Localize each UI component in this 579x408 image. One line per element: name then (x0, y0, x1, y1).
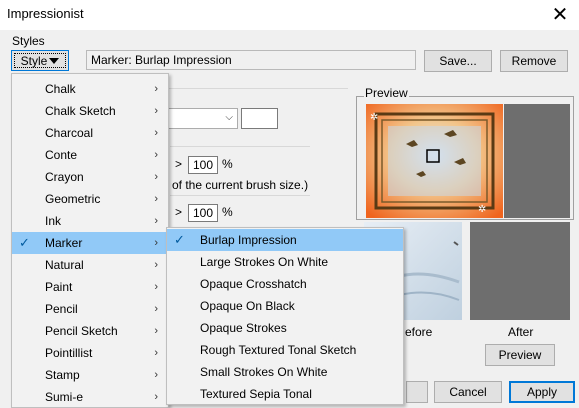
percent-sign-1: % (222, 157, 233, 171)
preview-group-label: Preview (364, 86, 409, 100)
chevron-right-icon: › (154, 237, 158, 249)
menu-item-chalk[interactable]: Chalk › (12, 78, 168, 100)
dropdown-arrow-icon (49, 57, 60, 64)
menu-item-natural[interactable]: Natural › (12, 254, 168, 276)
window-title: Impressionist (7, 6, 84, 21)
submenu-item-label: Opaque Strokes (200, 321, 287, 335)
menu-item-ink[interactable]: Ink › (12, 210, 168, 232)
submenu-item-label: Rough Textured Tonal Sketch (200, 343, 357, 357)
submenu-item-label: Textured Sepia Tonal (200, 387, 312, 401)
chevron-right-icon: › (154, 259, 158, 271)
preview-empty-area (504, 104, 570, 218)
remove-button[interactable]: Remove (500, 50, 568, 72)
menu-item-label: Pencil Sketch (45, 324, 118, 338)
chevron-right-icon: › (154, 347, 158, 359)
style-button-label: Style (20, 53, 48, 68)
percent-field-1[interactable]: 100 (188, 156, 218, 174)
svg-text:✲: ✲ (370, 112, 378, 123)
percent-sign-2: % (222, 205, 233, 219)
color-swatch[interactable] (241, 108, 278, 129)
menu-item-sumi-e[interactable]: Sumi-e › (12, 386, 168, 408)
submenu-item-rough-textured-tonal-sketch[interactable]: Rough Textured Tonal Sketch (167, 339, 403, 361)
menu-item-label: Chalk (45, 82, 76, 96)
menu-item-label: Sumi-e (45, 390, 84, 404)
submenu-item-large-strokes-on-white[interactable]: Large Strokes On White (167, 251, 403, 273)
submenu-item-label: Opaque Crosshatch (200, 277, 307, 291)
menu-item-geometric[interactable]: Geometric › (12, 188, 168, 210)
chevron-right-icon: › (154, 281, 158, 293)
chevron-right-icon: › (154, 83, 158, 95)
chevron-right-icon: › (154, 105, 158, 117)
menu-item-label: Pointillist (45, 346, 93, 360)
percent-field-2[interactable]: 100 (188, 204, 218, 222)
ok-button-partial[interactable] (406, 381, 428, 403)
menu-item-label: Chalk Sketch (45, 104, 116, 118)
styles-group-label: Styles (12, 34, 45, 48)
submenu-item-opaque-crosshatch[interactable]: Opaque Crosshatch (167, 273, 403, 295)
menu-item-label: Conte (45, 148, 78, 162)
chevron-right-icon: › (154, 193, 158, 205)
menu-item-label: Pencil (45, 302, 78, 316)
apply-button[interactable]: Apply (509, 381, 575, 403)
chevron-right-icon: › (154, 215, 158, 227)
menu-item-marker[interactable]: ✓ Marker › (12, 232, 168, 254)
separator (170, 146, 310, 147)
menu-item-conte[interactable]: Conte › (12, 144, 168, 166)
menu-item-crayon[interactable]: Crayon › (12, 166, 168, 188)
after-thumbnail (470, 222, 570, 320)
submenu-item-textured-sepia-tonal[interactable]: Textured Sepia Tonal (167, 383, 403, 405)
separator (170, 195, 310, 196)
menu-item-paint[interactable]: Paint › (12, 276, 168, 298)
check-icon: ✓ (174, 232, 185, 247)
menu-item-chalk-sketch[interactable]: Chalk Sketch › (12, 100, 168, 122)
menu-item-pointillist[interactable]: Pointillist › (12, 342, 168, 364)
menu-item-label: Charcoal (45, 126, 94, 140)
submenu-item-label: Small Strokes On White (200, 365, 328, 379)
menu-item-pencil[interactable]: Pencil › (12, 298, 168, 320)
preset-name-field: Marker: Burlap Impression (86, 50, 416, 70)
chevron-right-icon: › (154, 325, 158, 337)
menu-item-label: Paint (45, 280, 73, 294)
menu-item-label: Geometric (45, 192, 101, 206)
chevron-down-icon: ⌵ (225, 112, 233, 123)
after-label: After (508, 325, 534, 339)
submenu-item-opaque-on-black[interactable]: Opaque On Black (167, 295, 403, 317)
menu-item-pencil-sketch[interactable]: Pencil Sketch › (12, 320, 168, 342)
chevron-right-icon: › (154, 303, 158, 315)
submenu-item-label: Opaque On Black (200, 299, 295, 313)
brush-combo[interactable]: ⌵ (160, 108, 238, 129)
menu-item-stamp[interactable]: Stamp › (12, 364, 168, 386)
menu-item-label: Crayon (45, 170, 84, 184)
check-icon: ✓ (19, 235, 30, 250)
chevron-right-icon: › (154, 149, 158, 161)
title-bar (0, 0, 579, 30)
before-label: efore (405, 325, 433, 339)
brush-size-hint: of the current brush size.) (172, 178, 309, 192)
close-icon[interactable]: ✕ (547, 2, 573, 28)
cancel-button[interactable]: Cancel (434, 381, 502, 403)
preview-image[interactable]: ✲ ✲ (366, 104, 503, 218)
chevron-right-icon: › (154, 391, 158, 403)
marker-submenu: ✓ Burlap Impression Large Strokes On White… (166, 227, 404, 405)
gt-label-2: > (175, 205, 183, 219)
submenu-item-small-strokes-on-white[interactable]: Small Strokes On White (167, 361, 403, 383)
menu-item-label: Stamp (45, 368, 80, 382)
submenu-item-opaque-strokes[interactable]: Opaque Strokes (167, 317, 403, 339)
save-button[interactable]: Save... (424, 50, 492, 72)
chevron-right-icon: › (154, 369, 158, 381)
menu-item-charcoal[interactable]: Charcoal › (12, 122, 168, 144)
menu-item-label: Natural (45, 258, 84, 272)
gt-label-1: > (175, 157, 183, 171)
submenu-item-label: Burlap Impression (200, 233, 297, 247)
submenu-item-burlap-impression[interactable]: ✓ Burlap Impression (167, 229, 403, 251)
preview-button[interactable]: Preview (485, 344, 555, 366)
chevron-right-icon: › (154, 127, 158, 139)
style-category-menu: Chalk › Chalk Sketch › Charcoal › Conte › Crayon… (11, 73, 169, 408)
submenu-item-label: Large Strokes On White (200, 255, 329, 269)
menu-item-label: Ink (45, 214, 62, 228)
style-dropdown-button[interactable]: Style (11, 50, 69, 71)
menu-item-label: Marker (45, 236, 83, 250)
svg-text:✲: ✲ (478, 204, 486, 215)
chevron-right-icon: › (154, 171, 158, 183)
